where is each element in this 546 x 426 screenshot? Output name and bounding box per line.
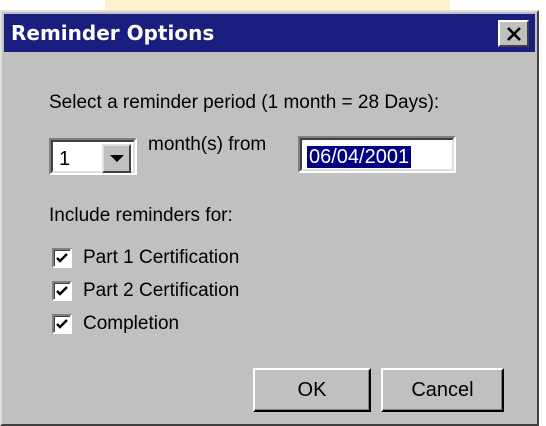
- months-dropdown[interactable]: 1: [49, 138, 137, 175]
- cancel-button[interactable]: Cancel: [381, 368, 504, 412]
- period-prompt: Select a reminder period (1 month = 28 D…: [49, 92, 440, 113]
- checkmark-icon: [56, 319, 68, 329]
- screen: Reminder Options Select a reminder perio…: [0, 0, 546, 426]
- dropdown-arrow-button[interactable]: [102, 144, 131, 173]
- months-value: 1: [59, 148, 71, 170]
- chevron-down-icon: [110, 155, 124, 162]
- ok-label: OK: [297, 379, 327, 401]
- months-from-label: month(s) from: [148, 134, 267, 155]
- completion-label[interactable]: Completion: [83, 313, 179, 335]
- checkmark-icon: [56, 253, 68, 263]
- close-button[interactable]: [498, 20, 529, 47]
- checkmark-icon: [56, 286, 68, 296]
- dialog-title: Reminder Options: [11, 21, 215, 45]
- title-bar[interactable]: Reminder Options: [4, 14, 535, 52]
- cancel-label: Cancel: [411, 379, 474, 401]
- part1-label[interactable]: Part 1 Certification: [83, 247, 239, 269]
- part1-checkbox[interactable]: [52, 248, 72, 268]
- ok-button[interactable]: OK: [253, 368, 371, 412]
- reminder-options-dialog: Reminder Options Select a reminder perio…: [0, 10, 539, 426]
- completion-checkbox[interactable]: [52, 314, 72, 334]
- start-date-value: 06/04/2001: [307, 146, 412, 168]
- start-date-field[interactable]: 06/04/2001: [298, 136, 456, 173]
- part2-checkbox[interactable]: [52, 281, 72, 301]
- close-icon: [507, 27, 521, 41]
- include-heading: Include reminders for:: [49, 205, 233, 226]
- part2-label[interactable]: Part 2 Certification: [83, 280, 239, 302]
